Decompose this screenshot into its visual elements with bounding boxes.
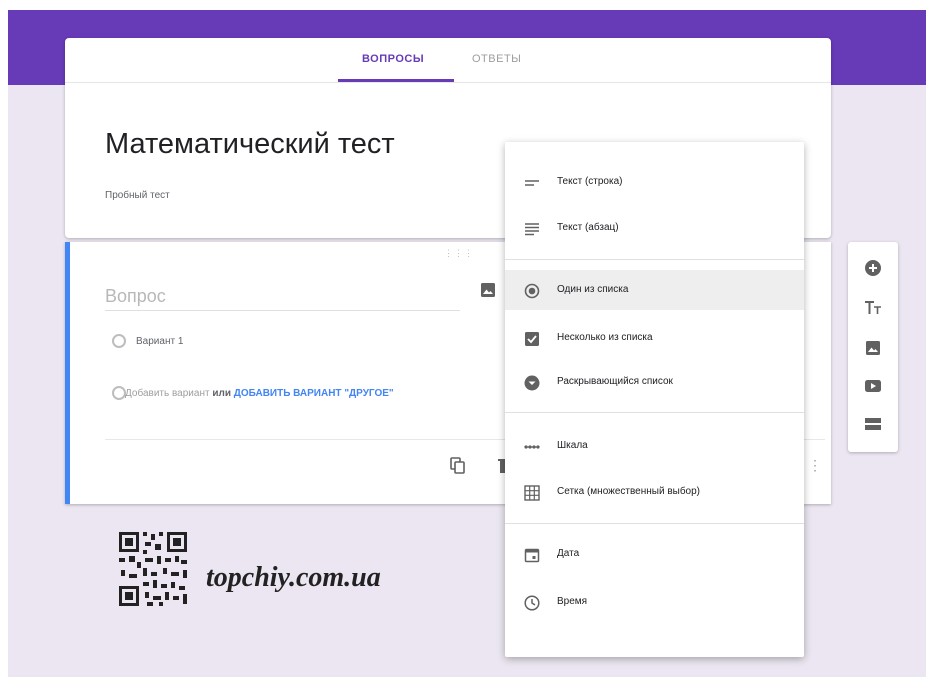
menu-item-label: Время	[557, 596, 588, 607]
menu-item-label: Сетка (множественный выбор)	[557, 486, 701, 497]
menu-item-checkboxes[interactable]: Несколько из списка	[505, 318, 804, 358]
side-toolbar	[848, 242, 898, 452]
add-section-icon[interactable]	[861, 412, 885, 436]
question-type-menu: Текст (строка) Текст (абзац) Один из спи…	[505, 142, 804, 657]
menu-divider	[505, 412, 804, 413]
grid-icon	[523, 484, 541, 502]
tab-questions[interactable]: ВОПРОСЫ	[362, 53, 424, 65]
clock-icon	[523, 594, 541, 612]
watermark-text: topchiy.com.ua	[206, 562, 381, 593]
menu-item-label: Один из списка	[557, 284, 629, 295]
add-option-row: Добавить вариант или ДОБАВИТЬ ВАРИАНТ "Д…	[125, 388, 394, 399]
menu-item-label: Несколько из списка	[557, 332, 653, 343]
menu-item-dropdown[interactable]: Раскрывающийся список	[505, 362, 804, 402]
tab-answers[interactable]: ОТВЕТЫ	[472, 53, 521, 65]
or-text: или	[212, 388, 231, 399]
menu-divider	[505, 523, 804, 524]
image-icon[interactable]	[480, 282, 496, 303]
radio-icon	[523, 282, 541, 300]
paragraph-icon	[523, 220, 541, 238]
add-video-icon[interactable]	[861, 374, 885, 398]
screen-frame-left	[0, 0, 8, 677]
menu-item-label: Раскрывающийся список	[557, 376, 673, 387]
menu-item-grid[interactable]: Сетка (множественный выбор)	[505, 472, 804, 512]
calendar-icon	[523, 546, 541, 564]
more-options-icon[interactable]: ⋮	[808, 457, 822, 474]
scale-icon	[523, 438, 541, 456]
tab-indicator	[338, 79, 454, 82]
menu-item-label: Текст (абзац)	[557, 222, 619, 233]
menu-item-multiple-choice[interactable]: Один из списка	[505, 270, 804, 310]
short-text-icon	[523, 174, 541, 192]
add-option-link[interactable]: Добавить вариант	[125, 388, 210, 399]
menu-item-label: Дата	[557, 548, 580, 559]
menu-item-time[interactable]: Время	[505, 582, 804, 622]
add-other-link[interactable]: ДОБАВИТЬ ВАРИАНТ "ДРУГОЕ"	[234, 388, 394, 399]
add-title-icon[interactable]	[861, 296, 885, 320]
menu-item-label: Шкала	[557, 440, 588, 451]
drag-handle-icon[interactable]: ⋮⋮⋮	[444, 248, 474, 259]
menu-item-date[interactable]: Дата	[505, 534, 804, 574]
option-1-radio[interactable]	[112, 334, 126, 348]
screen-frame	[0, 0, 926, 10]
qr-code-icon	[119, 532, 187, 606]
dropdown-icon	[523, 374, 541, 392]
menu-divider	[505, 259, 804, 260]
add-image-icon[interactable]	[861, 336, 885, 360]
menu-item-scale[interactable]: Шкала	[505, 426, 804, 466]
form-description[interactable]: Пробный тест	[105, 190, 170, 201]
menu-item-short-text[interactable]: Текст (строка)	[505, 162, 804, 202]
question-input[interactable]: Вопрос	[105, 286, 460, 311]
tab-bar: ВОПРОСЫ ОТВЕТЫ	[65, 38, 831, 83]
add-option-radio	[112, 386, 126, 400]
checkbox-icon	[523, 330, 541, 348]
form-title[interactable]: Математический тест	[105, 128, 395, 161]
menu-item-paragraph[interactable]: Текст (абзац)	[505, 208, 804, 248]
copy-icon[interactable]	[450, 457, 466, 480]
menu-item-label: Текст (строка)	[557, 176, 623, 187]
add-question-icon[interactable]	[861, 256, 885, 280]
option-1-label[interactable]: Вариант 1	[136, 336, 183, 347]
